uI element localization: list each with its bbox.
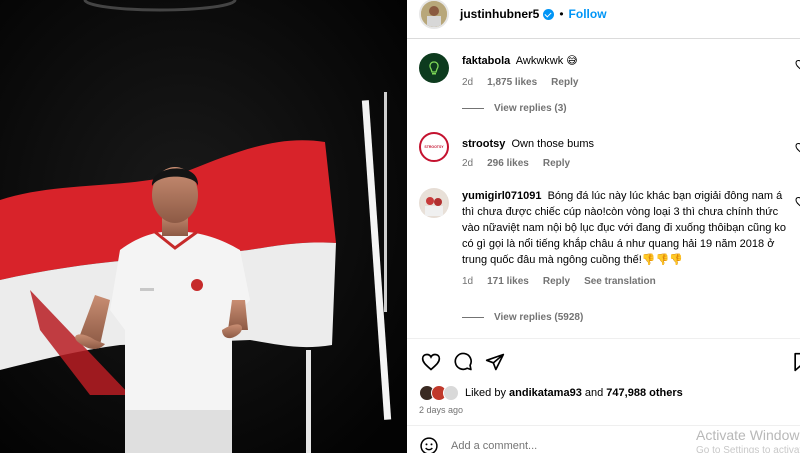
follow-button[interactable]: Follow (569, 7, 607, 21)
share-send-icon[interactable] (485, 352, 505, 372)
comment-bubble-icon[interactable] (453, 352, 473, 372)
windows-watermark: Activate Windows (696, 427, 800, 443)
post-photo (0, 0, 407, 453)
author-avatar[interactable] (419, 0, 449, 29)
comment-username[interactable]: yumigirl071091 (462, 190, 542, 202)
separator-dot: • (559, 7, 564, 21)
see-translation-button[interactable]: See translation (584, 274, 656, 290)
view-replies-label: View replies (5928) (494, 312, 584, 323)
liker-avatars[interactable] (419, 385, 459, 401)
like-comment-heart-icon[interactable] (795, 142, 800, 154)
replies-line (462, 108, 484, 109)
comment-username[interactable]: faktabola (462, 55, 510, 67)
emoji-icon[interactable] (419, 436, 439, 453)
windows-watermark-subtext: Go to Settings to activate Windows. (696, 445, 800, 453)
comment-likes[interactable]: 171 likes (487, 274, 529, 290)
comment-item: faktabola Awkwkwk 😅 2d 1,875 likes Reply (419, 53, 800, 91)
comment-meta: 2d 1,875 likes Reply (462, 75, 799, 91)
comment-avatar[interactable] (419, 188, 449, 218)
comment-likes[interactable]: 296 likes (487, 156, 529, 172)
comment-input-divider (407, 425, 800, 426)
comment-likes[interactable]: 1,875 likes (487, 75, 537, 91)
author-username[interactable]: justinhubner5 (460, 7, 539, 21)
reply-button[interactable]: Reply (543, 274, 570, 290)
header-divider (407, 38, 800, 39)
save-bookmark-icon[interactable] (791, 352, 800, 372)
likes-summary: Liked by andikatama93 and 747,988 others (419, 385, 683, 401)
photo-illustration (0, 0, 407, 453)
reply-button[interactable]: Reply (543, 156, 570, 172)
add-comment-bar (419, 436, 651, 453)
comment-text: Own those bums (511, 138, 595, 150)
instagram-post-view: justinhubner5 • Follow faktabola Awkwkwk… (0, 0, 800, 453)
comment-time[interactable]: 2d (462, 156, 473, 172)
like-heart-icon[interactable] (421, 352, 441, 372)
user-photo (421, 190, 447, 216)
liker-avatar (443, 385, 459, 401)
liked-by-user[interactable]: andikatama93 (509, 387, 582, 399)
verified-badge-icon (543, 8, 555, 20)
comment-meta: 2d 296 likes Reply (462, 156, 799, 172)
replies-line (462, 317, 484, 318)
light-bar (306, 350, 311, 453)
author-photo (421, 1, 447, 27)
strootsy-logo: STROOTSY (424, 145, 444, 149)
comment-item: STROOTSY strootsy Own those bums 2d 296 … (419, 132, 800, 172)
comment-item: yumigirl071091 Bóng đá lúc này lúc khác … (419, 188, 800, 290)
comment-meta: 1d 171 likes Reply See translation (462, 274, 792, 290)
comment-text: Awkwkwk 😅 (515, 55, 578, 67)
comment-avatar[interactable] (419, 53, 449, 83)
liked-by-prefix: Liked by (465, 387, 506, 399)
comments-panel: justinhubner5 • Follow faktabola Awkwkwk… (407, 0, 800, 453)
bulb-icon (429, 61, 439, 75)
comment-avatar[interactable]: STROOTSY (419, 132, 449, 162)
post-actions-bar (421, 352, 800, 374)
like-comment-heart-icon[interactable] (795, 196, 800, 208)
view-replies-label: View replies (3) (494, 103, 567, 114)
view-replies-button[interactable]: View replies (5928) (462, 312, 583, 323)
post-header: justinhubner5 • Follow (407, 0, 800, 29)
comment-time[interactable]: 2d (462, 75, 473, 91)
comment-username[interactable]: strootsy (462, 138, 505, 150)
actions-divider (407, 338, 800, 339)
liked-by-connector: and (584, 387, 604, 399)
view-replies-button[interactable]: View replies (3) (462, 103, 567, 114)
like-comment-heart-icon[interactable] (795, 59, 800, 71)
reply-button[interactable]: Reply (551, 75, 578, 91)
post-time-ago[interactable]: 2 days ago (419, 405, 463, 415)
comment-time[interactable]: 1d (462, 274, 473, 290)
likes-count[interactable]: 747,988 others (606, 387, 682, 399)
add-comment-input[interactable] (451, 440, 651, 452)
